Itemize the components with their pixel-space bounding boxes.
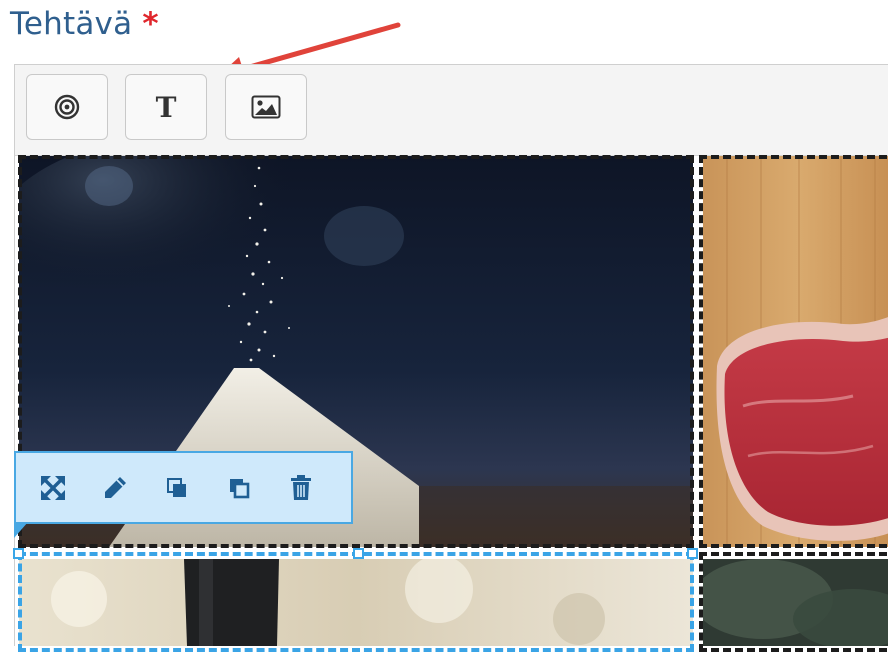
greens-photo[interactable]	[703, 559, 888, 646]
trash-icon	[290, 474, 311, 500]
bring-forward-icon	[166, 477, 186, 497]
expand-icon	[40, 475, 65, 500]
bottle-photo-icon	[19, 559, 693, 646]
hotspot-tool-button[interactable]	[26, 74, 108, 140]
steak-photo-icon	[703, 156, 888, 547]
text-icon: T	[155, 90, 177, 124]
delete-button[interactable]	[284, 471, 317, 504]
send-backward-button[interactable]	[222, 471, 255, 504]
editor-canvas[interactable]	[13, 155, 888, 652]
greens-photo-icon	[703, 559, 888, 646]
edit-button[interactable]	[98, 471, 131, 504]
send-backward-icon	[229, 478, 249, 498]
target-icon	[54, 94, 80, 120]
image-tool-button[interactable]	[225, 74, 307, 140]
resize-handle-top-left[interactable]	[13, 548, 24, 559]
bottle-photo[interactable]	[19, 559, 693, 646]
resize-handle-top-right[interactable]	[687, 548, 698, 559]
pencil-icon	[104, 476, 126, 498]
editor-toolbar: T	[15, 65, 888, 156]
image-editor: T	[13, 64, 888, 652]
resize-button[interactable]	[36, 471, 69, 504]
image-icon	[251, 95, 281, 119]
steak-photo[interactable]	[703, 156, 888, 547]
element-context-toolbar	[14, 451, 353, 538]
bring-forward-button[interactable]	[160, 471, 193, 504]
resize-handle-top[interactable]	[353, 548, 364, 559]
text-tool-button[interactable]: T	[125, 74, 207, 140]
